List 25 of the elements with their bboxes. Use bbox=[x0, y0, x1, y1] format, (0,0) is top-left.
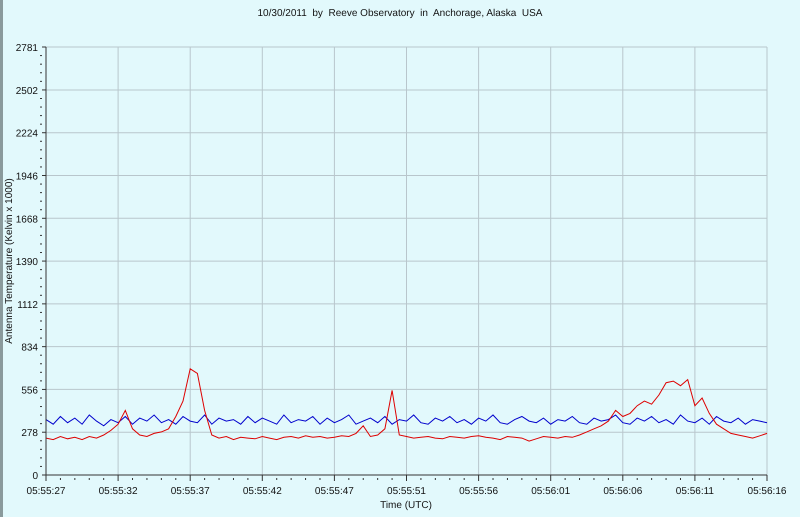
x-tick-label: 05:55:47 bbox=[314, 486, 354, 497]
x-axis-label: Time (UTC) bbox=[380, 500, 432, 511]
y-tick-label: 556 bbox=[21, 385, 38, 396]
x-tick-label: 05:56:01 bbox=[531, 486, 570, 497]
y-tick-label: 834 bbox=[21, 342, 38, 354]
x-tick-label: 05:55:42 bbox=[242, 486, 282, 497]
chart-title: 10/30/2011 by Reeve Observatory in Anchorage, Alaska USA bbox=[258, 8, 542, 19]
x-tick-label: 05:55:27 bbox=[26, 486, 66, 497]
x-tick-label: 05:56:16 bbox=[748, 486, 786, 497]
y-tick-label: 1390 bbox=[16, 257, 38, 268]
y-tick-label: 2502 bbox=[16, 86, 38, 97]
y-tick-label: 1112 bbox=[17, 300, 38, 311]
y-tick-label: 2781 bbox=[16, 43, 38, 54]
y-tick-label: 0 bbox=[32, 471, 38, 482]
x-tick-label: 05:56:06 bbox=[603, 486, 642, 497]
x-tick-label: 05:55:51 bbox=[387, 486, 426, 497]
y-tick-label: 278 bbox=[21, 428, 38, 440]
y-axis-label: Antenna Temperature (Kelvin x 1000) bbox=[4, 178, 15, 344]
y-tick-label: 1946 bbox=[16, 172, 38, 182]
y-tick-label: 1668 bbox=[16, 214, 38, 226]
x-tick-label: 05:55:37 bbox=[170, 486, 210, 497]
x-tick-label: 05:55:32 bbox=[98, 486, 138, 497]
x-tick-label: 05:55:56 bbox=[459, 486, 498, 497]
x-tick-label: 05:56:11 bbox=[676, 486, 714, 497]
y-tick-label: 2224 bbox=[16, 128, 38, 140]
